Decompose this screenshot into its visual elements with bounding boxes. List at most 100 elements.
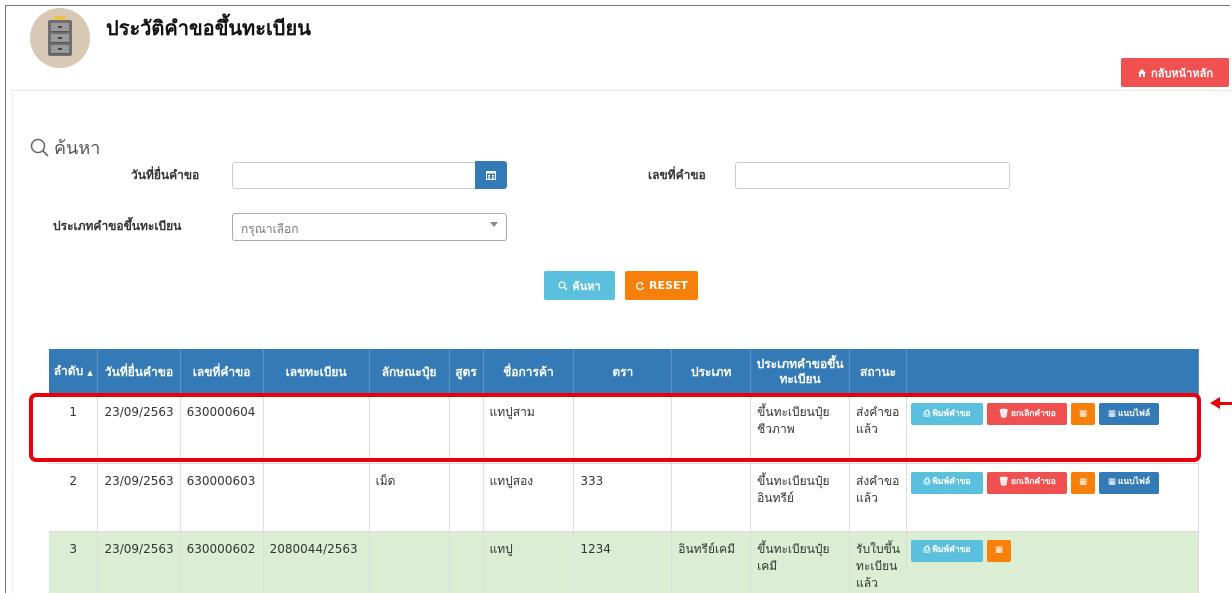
cell-brand: 1234 [573, 531, 673, 593]
cell-actions: ⎙ พิมพ์คำขอ ▦ [906, 531, 1199, 593]
arrow-pointer [1219, 402, 1232, 405]
cell-formula [449, 463, 484, 532]
date-label: วันที่ยื่นคำขอ [131, 168, 200, 182]
chevron-down-icon [490, 222, 498, 227]
request-no-input[interactable] [735, 162, 1010, 189]
trash-icon: 🗑 [998, 477, 1010, 487]
table-row: 2 23/09/2563 630000603 เม็ด แทปูสอง 333 … [49, 463, 1199, 532]
cell-no: 3 [49, 531, 99, 593]
request-history-table: ลำดับ ▲ วันที่ยื่นคำขอ เลขที่คำขอ เลขทะเ… [49, 349, 1199, 593]
cell-reg-no [263, 395, 370, 464]
cancel-request-button[interactable]: 🗑 ยกเลิกคำขอ [987, 471, 1068, 494]
cell-form [369, 531, 450, 593]
date-input[interactable] [232, 162, 476, 189]
search-icon [558, 280, 568, 290]
header-trade-name[interactable]: ชื่อการค้า [483, 349, 575, 395]
table-icon-button[interactable]: ▦ [1071, 471, 1096, 494]
cell-form [369, 395, 450, 464]
cell-actions: ⎙ พิมพ์คำขอ 🗑 ยกเลิกคำขอ ▦ ▦ แนบไฟล์ [906, 463, 1199, 532]
cell-no: 2 [49, 463, 99, 532]
sort-asc-icon: ▲ [87, 368, 93, 377]
cell-request-no: 630000604 [180, 395, 264, 464]
print-icon: ⎙ [923, 545, 931, 555]
cell-reg-no [263, 463, 370, 532]
home-button[interactable]: กลับหน้าหลัก [1121, 58, 1229, 87]
cell-status: ส่งคำขอแล้ว [849, 463, 908, 532]
header-form[interactable]: ลักษณะปุ๋ย [369, 349, 450, 395]
filing-cabinet-icon [30, 8, 90, 68]
cell-status: รับใบขึ้นทะเบียนแล้ว [849, 531, 908, 593]
search-button[interactable]: ค้นหา [544, 271, 615, 300]
cell-formula [449, 395, 484, 464]
header-status[interactable]: สถานะ [849, 349, 908, 395]
cell-form: เม็ด [369, 463, 450, 532]
request-type-select[interactable]: กรุณาเลือก [232, 213, 507, 241]
cell-brand [573, 395, 673, 464]
search-button-label: ค้นหา [572, 279, 601, 293]
cell-brand: 333 [573, 463, 673, 532]
cell-no: 1 [49, 395, 99, 464]
cell-date: 23/09/2563 [97, 531, 181, 593]
table-icon: ▦ [1079, 477, 1088, 487]
header-type[interactable]: ประเภท [671, 349, 752, 395]
cell-request-type: ขึ้นทะเบียนปุ๋ยเคมี [750, 531, 851, 593]
search-icon [30, 138, 49, 157]
refresh-icon [636, 281, 645, 290]
print-icon: ⎙ [923, 408, 931, 419]
table-icon-button[interactable]: ▦ [1071, 403, 1096, 425]
table-icon: ▦ [1107, 477, 1116, 487]
cell-request-no: 630000602 [180, 531, 264, 593]
trash-icon: 🗑 [998, 408, 1010, 419]
cell-request-type: ขึ้นทะเบียนปุ๋ยอินทรีย์ [750, 463, 851, 532]
page-title: ประวัติคำขอขึ้นทะเบียน [106, 16, 311, 40]
cell-type [671, 395, 752, 464]
cell-date: 23/09/2563 [97, 395, 181, 464]
cell-request-type: ขึ้นทะเบียนปุ๋ยชีวภาพ [750, 395, 851, 464]
calendar-button[interactable] [475, 161, 507, 189]
header-formula[interactable]: สูตร [449, 349, 484, 395]
header-request-type[interactable]: ประเภทคำขอขึ้นทะเบียน [750, 349, 851, 395]
table-header-row: ลำดับ ▲ วันที่ยื่นคำขอ เลขที่คำขอ เลขทะเ… [49, 349, 1199, 395]
header-no[interactable]: ลำดับ ▲ [49, 349, 99, 395]
cell-date: 23/09/2563 [97, 463, 181, 532]
search-heading-label: ค้นหา [54, 138, 101, 159]
request-type-label: ประเภทคำขอขึ้นทะเบียน [53, 219, 182, 233]
table-icon: ▦ [995, 545, 1004, 555]
table-icon: ▦ [1107, 408, 1116, 419]
table-row: 3 23/09/2563 630000602 2080044/2563 แทปู… [49, 531, 1199, 593]
cell-request-no: 630000603 [180, 463, 264, 532]
table-row: 1 23/09/2563 630000604 แทปูสาม ขึ้นทะเบี… [49, 395, 1199, 464]
header-date[interactable]: วันที่ยื่นคำขอ [97, 349, 181, 395]
table-icon-button[interactable]: ▦ [987, 539, 1012, 562]
cell-type [671, 463, 752, 532]
arrow-left-icon [1210, 397, 1220, 409]
search-section-heading: ค้นหา [30, 133, 100, 162]
print-icon: ⎙ [923, 477, 931, 487]
cell-formula [449, 531, 484, 593]
cell-actions: ⎙ พิมพ์คำขอ 🗑 ยกเลิกคำขอ ▦ ▦ แนบไฟล์ [906, 395, 1199, 464]
cell-status: ส่งคำขอแล้ว [849, 395, 908, 464]
table-icon: ▦ [1079, 408, 1088, 419]
attach-file-button[interactable]: ▦ แนบไฟล์ [1099, 403, 1160, 425]
request-type-placeholder: กรุณาเลือก [241, 222, 299, 236]
home-icon [1138, 68, 1146, 77]
cell-trade-name: แทปูสอง [483, 463, 575, 532]
cell-trade-name: แทปูสาม [483, 395, 575, 464]
header-actions [906, 349, 1199, 395]
cell-type: อินทรีย์เคมี [671, 531, 752, 593]
header-reg-no[interactable]: เลขทะเบียน [263, 349, 370, 395]
cell-trade-name: แทปู [483, 531, 575, 593]
cell-reg-no: 2080044/2563 [263, 531, 370, 593]
reset-button-label: RESET [649, 279, 688, 292]
home-button-label: กลับหน้าหลัก [1151, 66, 1213, 80]
request-no-label: เลขที่คำขอ [648, 168, 706, 182]
header-request-no[interactable]: เลขที่คำขอ [180, 349, 264, 395]
header-brand[interactable]: ตรา [573, 349, 673, 395]
attach-file-button[interactable]: ▦ แนบไฟล์ [1099, 471, 1160, 494]
print-request-button[interactable]: ⎙ พิมพ์คำขอ [911, 403, 984, 425]
cancel-request-button[interactable]: 🗑 ยกเลิกคำขอ [987, 403, 1068, 425]
print-request-button[interactable]: ⎙ พิมพ์คำขอ [911, 471, 984, 494]
calendar-icon [486, 171, 496, 180]
reset-button[interactable]: RESET [625, 271, 698, 300]
print-request-button[interactable]: ⎙ พิมพ์คำขอ [911, 539, 984, 562]
